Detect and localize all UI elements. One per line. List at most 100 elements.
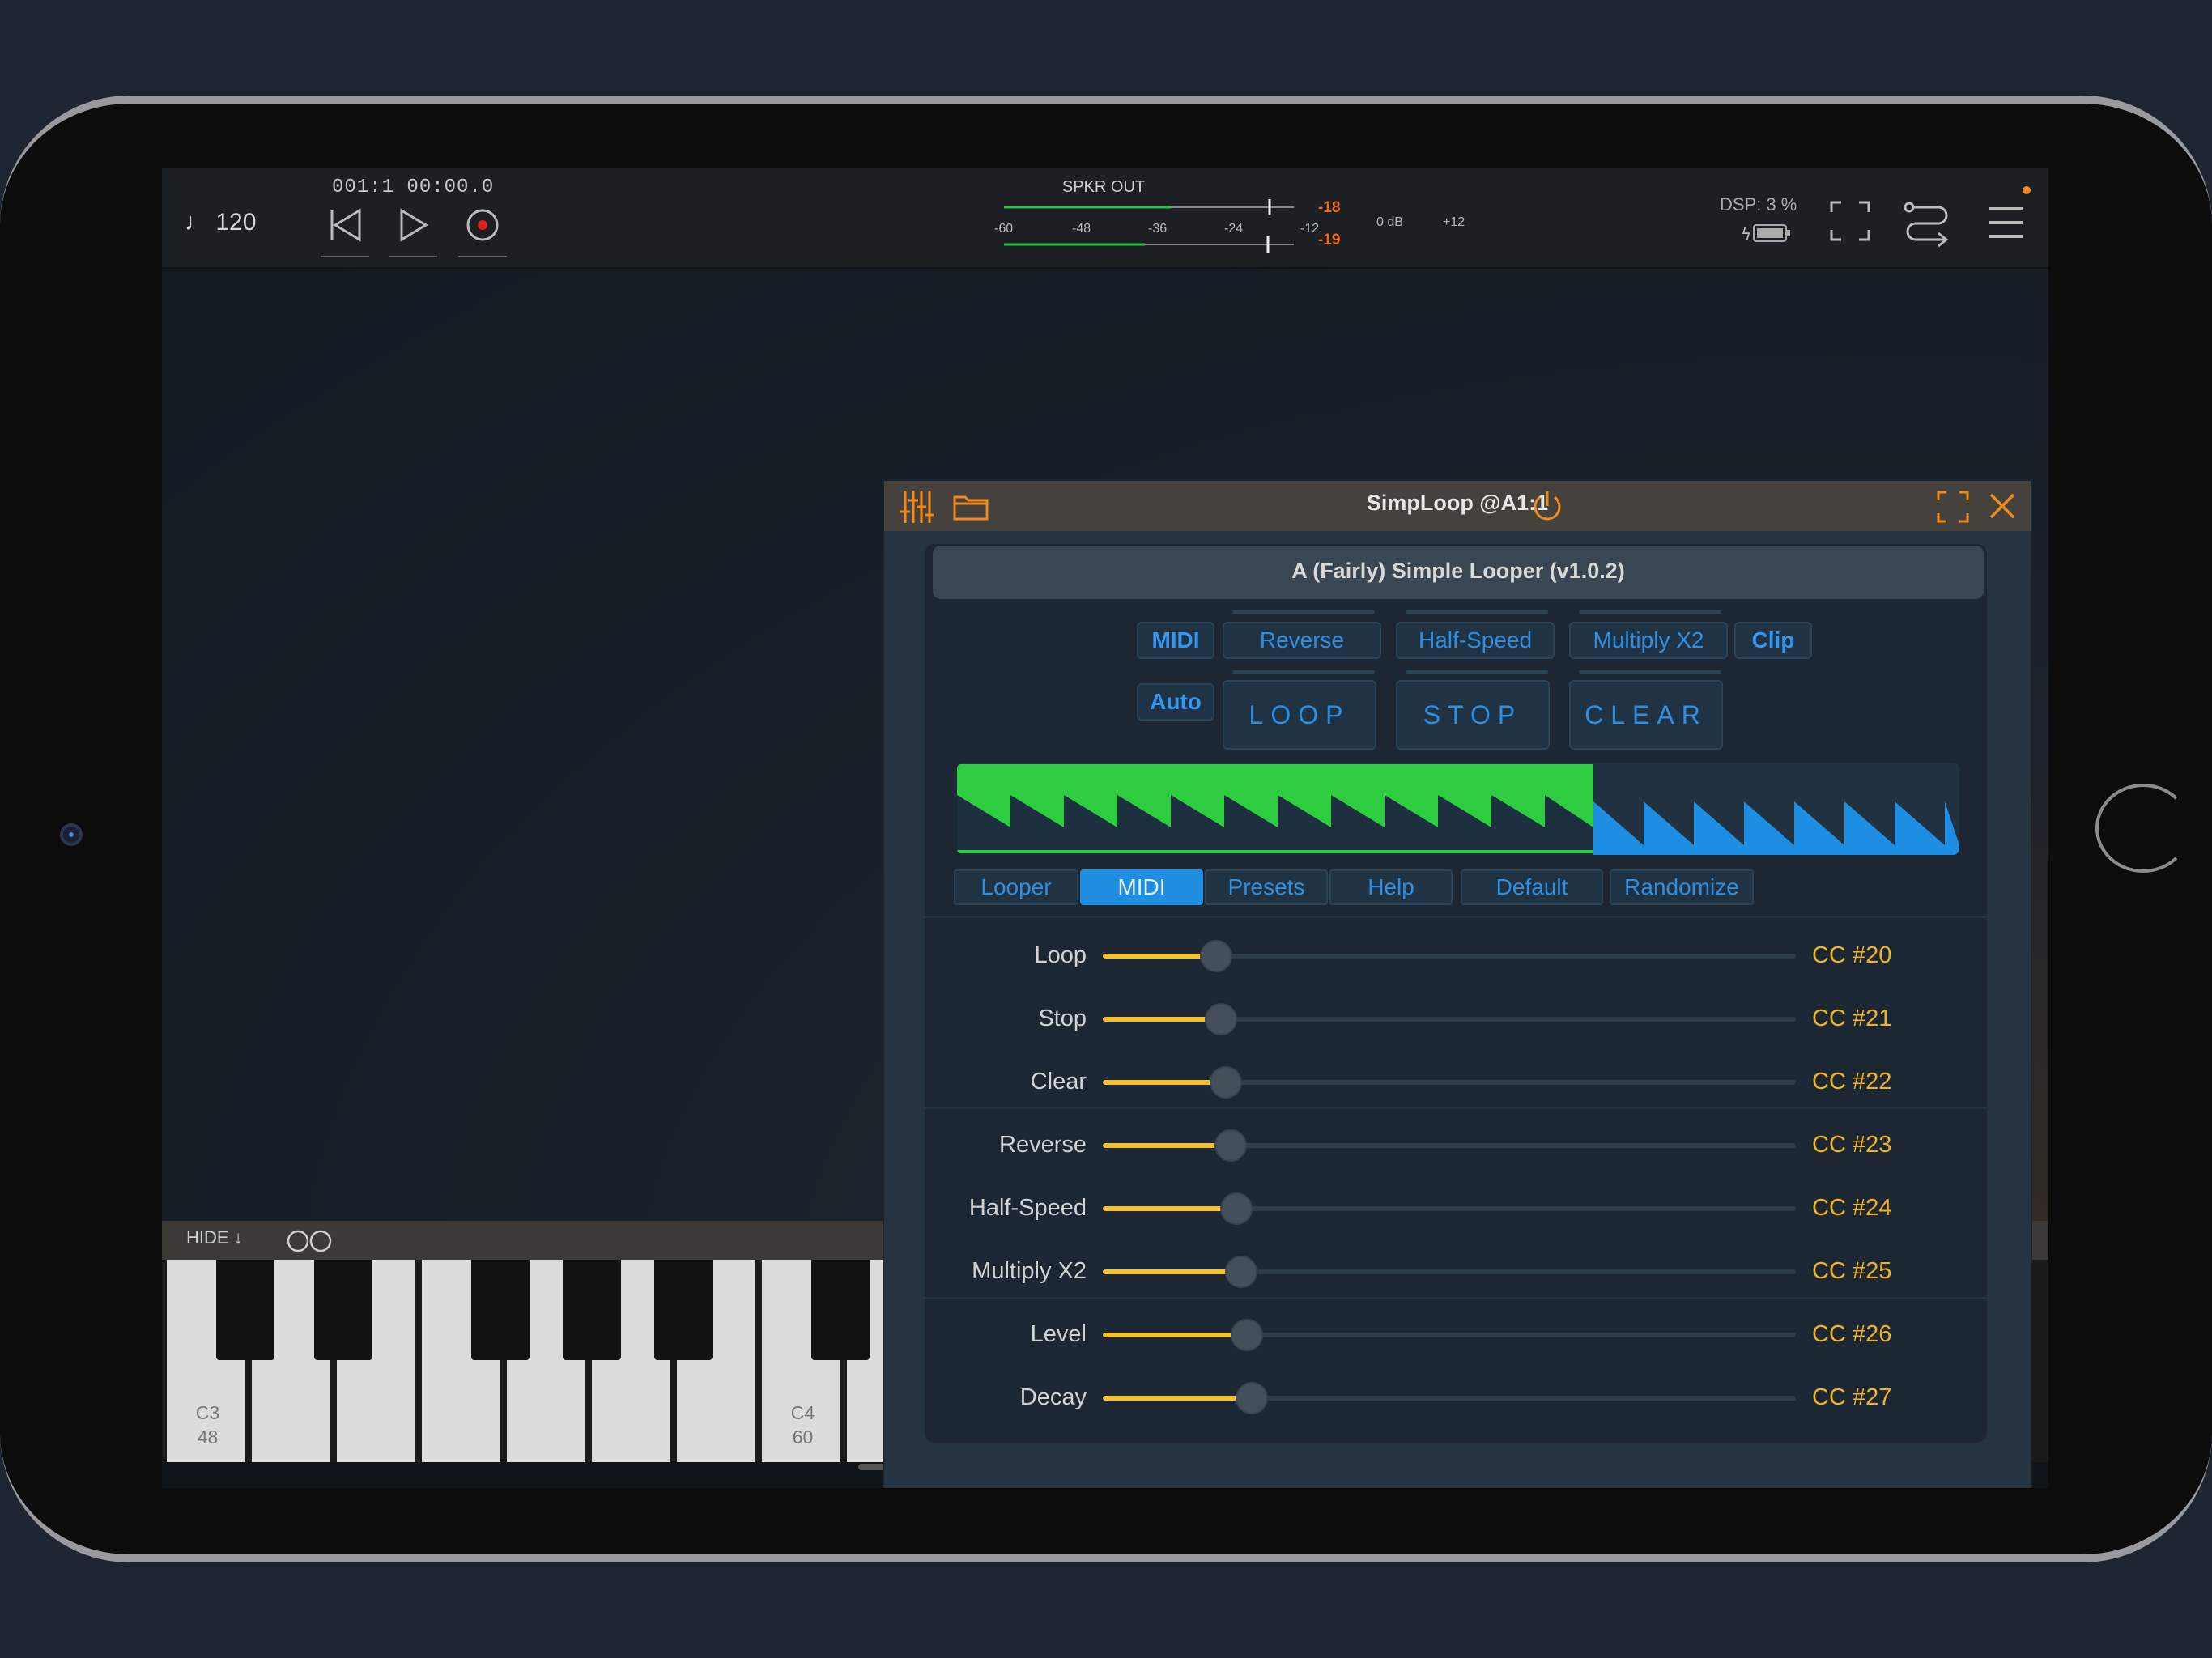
hide-keyboard-button[interactable]: HIDE ↓ <box>186 1227 243 1248</box>
loop-button[interactable]: LOOP <box>1223 680 1376 750</box>
tempo-display[interactable]: ♩ 120 <box>185 209 256 236</box>
cc-slider-row: Half-Speed CC #24 <box>925 1177 1987 1240</box>
meter-peak-bottom: -19 <box>1318 232 1341 249</box>
piano-black-key[interactable] <box>314 1260 372 1360</box>
home-button[interactable] <box>2095 784 2191 873</box>
position-counter: 001:1 00:00.0 <box>332 176 495 198</box>
cc-slider-thumb[interactable] <box>1214 1129 1248 1162</box>
routing-button[interactable] <box>1903 199 1951 252</box>
clip-toggle[interactable]: Clip <box>1734 622 1812 659</box>
tab-looper[interactable]: Looper <box>954 869 1078 905</box>
cc-slider-thumb[interactable] <box>1220 1192 1253 1225</box>
play-icon <box>400 208 428 242</box>
key-midi-number: 60 <box>792 1426 814 1448</box>
tab-help[interactable]: Help <box>1329 869 1453 905</box>
cc-slider-track[interactable] <box>1103 1192 1796 1225</box>
cc-slider-track[interactable] <box>1103 1319 1796 1351</box>
cc-slider-fill <box>1103 1206 1237 1211</box>
key-midi-number: 48 <box>197 1426 219 1448</box>
cc-slider-track[interactable] <box>1103 1003 1796 1035</box>
piano-black-key[interactable] <box>216 1260 274 1360</box>
midi-toggle[interactable]: MIDI <box>1137 622 1214 659</box>
reverse-button[interactable]: Reverse <box>1223 622 1381 659</box>
menu-button[interactable] <box>1987 204 2024 245</box>
cc-number: CC #24 <box>1812 1195 1892 1221</box>
loop-indicator <box>1232 670 1375 674</box>
cc-slider-thumb[interactable] <box>1210 1066 1243 1099</box>
cc-slider-thumb[interactable] <box>1236 1382 1269 1414</box>
cc-slider-fill <box>1103 1269 1242 1274</box>
randomize-button[interactable]: Randomize <box>1610 869 1754 905</box>
stop-button[interactable]: STOP <box>1396 680 1550 750</box>
plugin-window: SimpLoop @A1:1 A (Fairly) Simple Looper … <box>883 479 2032 1488</box>
close-icon <box>1989 493 2015 519</box>
plugin-close-button[interactable] <box>1987 491 2018 525</box>
tab-midi[interactable]: MIDI <box>1080 869 1203 905</box>
meter-scale-2: -36 <box>1148 222 1168 236</box>
key-label: C4 60 <box>762 1401 844 1449</box>
expand-icon <box>1937 491 1969 523</box>
piano-black-key[interactable] <box>563 1260 621 1360</box>
reverse-indicator <box>1232 610 1375 614</box>
default-button[interactable]: Default <box>1461 869 1603 905</box>
play-button[interactable] <box>389 201 437 249</box>
cc-slider-row: Level CC #26 <box>925 1303 1987 1367</box>
cc-slider-track[interactable] <box>1103 940 1796 972</box>
fullscreen-button[interactable] <box>1828 199 1872 247</box>
cc-slider-label: Loop <box>1034 942 1087 968</box>
multiply-x2-button[interactable]: Multiply X2 <box>1569 622 1728 659</box>
meter-scale-3: -24 <box>1224 222 1244 236</box>
multiply-indicator <box>1579 610 1721 614</box>
cc-slider-row: Clear CC #22 <box>925 1051 1987 1114</box>
cc-slider-label: Reverse <box>999 1132 1087 1158</box>
battery-icon: ϟ <box>1741 224 1790 244</box>
plugin-power-button[interactable] <box>1530 489 1564 527</box>
record-icon <box>466 209 499 241</box>
half-speed-button[interactable]: Half-Speed <box>1396 622 1555 659</box>
cc-slider-track[interactable] <box>1103 1382 1796 1414</box>
cc-slider-track[interactable] <box>1103 1066 1796 1099</box>
cc-slider-row: Reverse CC #23 <box>925 1114 1987 1177</box>
infinity-icon <box>287 1230 332 1252</box>
key-label: C3 48 <box>167 1401 249 1449</box>
cc-slider-row: Stop CC #21 <box>925 988 1987 1051</box>
cc-slider-track[interactable] <box>1103 1129 1796 1162</box>
meter-peak-top: -18 <box>1318 199 1341 216</box>
fullscreen-icon <box>1830 201 1870 241</box>
record-underline <box>458 256 507 257</box>
app-screen: ♩ 120 001:1 00:00.0 SPKR OUT -60 -48 -36… <box>162 168 2048 1488</box>
cc-slider-thumb[interactable] <box>1225 1256 1258 1288</box>
piano-black-key[interactable] <box>654 1260 713 1360</box>
clear-button[interactable]: CLEAR <box>1569 680 1723 750</box>
infinity-button[interactable] <box>285 1229 334 1257</box>
stop-indicator <box>1406 670 1548 674</box>
cc-slider-fill <box>1103 1333 1248 1337</box>
auto-toggle[interactable]: Auto <box>1137 683 1214 721</box>
cc-number: CC #20 <box>1812 942 1892 968</box>
cc-slider-label: Multiply X2 <box>972 1258 1087 1284</box>
cc-slider-thumb[interactable] <box>1199 940 1232 972</box>
tab-presets[interactable]: Presets <box>1205 869 1328 905</box>
cc-slider-label: Decay <box>1019 1384 1087 1410</box>
clear-indicator <box>1579 670 1721 674</box>
piano-black-key[interactable] <box>811 1260 870 1360</box>
cc-slider-thumb[interactable] <box>1205 1003 1238 1035</box>
meter-scale-5: 0 dB <box>1376 215 1403 229</box>
cc-slider-row: Decay CC #27 <box>925 1367 1987 1430</box>
waveform-remaining <box>1593 801 1959 855</box>
loop-waveform[interactable] <box>957 763 1959 855</box>
piano-black-key[interactable] <box>471 1260 530 1360</box>
cc-slider-fill <box>1103 1143 1231 1148</box>
cc-number: CC #25 <box>1812 1258 1892 1284</box>
key-note-name: C4 <box>790 1402 815 1423</box>
cc-number: CC #23 <box>1812 1132 1892 1158</box>
rewind-button[interactable] <box>321 201 369 249</box>
plugin-expand-button[interactable] <box>1937 491 1969 527</box>
cc-slider-label: Level <box>1030 1321 1087 1347</box>
cc-slider-track[interactable] <box>1103 1256 1796 1288</box>
cc-slider-fill <box>1103 954 1216 959</box>
record-button[interactable] <box>458 201 507 249</box>
meter-label: SPKR OUT <box>1061 178 1146 196</box>
cc-slider-label: Half-Speed <box>968 1195 1087 1221</box>
cc-slider-thumb[interactable] <box>1231 1319 1264 1351</box>
